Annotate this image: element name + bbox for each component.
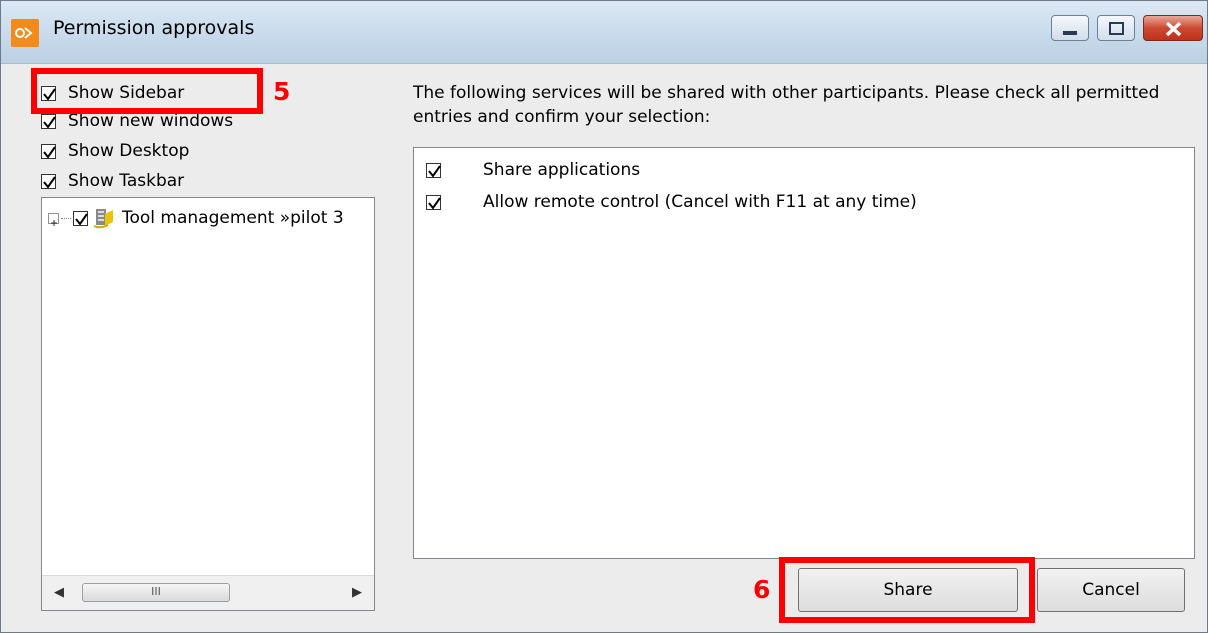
checkbox-checked-icon[interactable]: [41, 85, 56, 101]
tool-management-icon: [92, 206, 116, 230]
window-title: Permission approvals: [53, 17, 255, 39]
app-logo-icon: [11, 19, 39, 47]
show-desktop-label: Show Desktop: [68, 141, 190, 161]
scroll-left-icon[interactable]: ◀: [44, 576, 74, 610]
services-list: Share applications Allow remote control …: [413, 147, 1195, 559]
title-bar: Permission approvals: [1, 1, 1207, 64]
service-share-applications[interactable]: Share applications: [426, 156, 640, 184]
view-options-panel: Show Sidebar Show new windows Show Deskt…: [31, 77, 387, 617]
show-new-windows-label: Show new windows: [68, 111, 234, 131]
permission-approvals-window: Permission approvals Show Sidebar Show n…: [0, 0, 1208, 633]
expand-plus-icon[interactable]: [48, 212, 59, 226]
tree-connector: [61, 217, 71, 219]
horizontal-scrollbar[interactable]: ◀ III ▶: [42, 575, 374, 610]
checkbox-checked-icon[interactable]: [426, 194, 441, 210]
checkbox-checked-icon[interactable]: [41, 173, 56, 189]
show-sidebar-label: Show Sidebar: [68, 83, 185, 103]
minimize-button[interactable]: [1051, 15, 1089, 41]
service-allow-remote-control[interactable]: Allow remote control (Cancel with F11 at…: [426, 188, 917, 216]
share-button[interactable]: Share: [798, 568, 1018, 612]
scroll-right-icon[interactable]: ▶: [342, 576, 372, 610]
services-intro-text: The following services will be shared wi…: [413, 83, 1160, 127]
annotation-number-6: 6: [753, 575, 771, 604]
maximize-button[interactable]: [1097, 15, 1135, 41]
checkbox-checked-icon[interactable]: [41, 113, 56, 129]
cancel-button[interactable]: Cancel: [1037, 568, 1185, 612]
show-taskbar-option[interactable]: Show Taskbar: [41, 167, 184, 195]
show-new-windows-option[interactable]: Show new windows: [41, 107, 233, 135]
scroll-thumb-grip: III: [151, 585, 161, 598]
checkbox-checked-icon[interactable]: [73, 210, 88, 226]
show-sidebar-option[interactable]: Show Sidebar: [41, 79, 184, 107]
tree-item-tool-management[interactable]: Tool management »pilot 3: [48, 206, 344, 230]
show-taskbar-label: Show Taskbar: [68, 171, 185, 191]
tree-item-label: Tool management »pilot 3: [122, 208, 344, 228]
checkbox-checked-icon[interactable]: [426, 162, 441, 178]
application-tree[interactable]: Tool management »pilot 3 ◀ III ▶: [41, 197, 375, 611]
close-button[interactable]: [1143, 15, 1203, 41]
show-desktop-option[interactable]: Show Desktop: [41, 137, 189, 165]
service-label: Allow remote control (Cancel with F11 at…: [483, 192, 917, 212]
annotation-number-5: 5: [273, 77, 291, 106]
checkbox-checked-icon[interactable]: [41, 143, 56, 159]
service-label: Share applications: [483, 160, 641, 180]
scroll-thumb[interactable]: III: [82, 583, 230, 602]
